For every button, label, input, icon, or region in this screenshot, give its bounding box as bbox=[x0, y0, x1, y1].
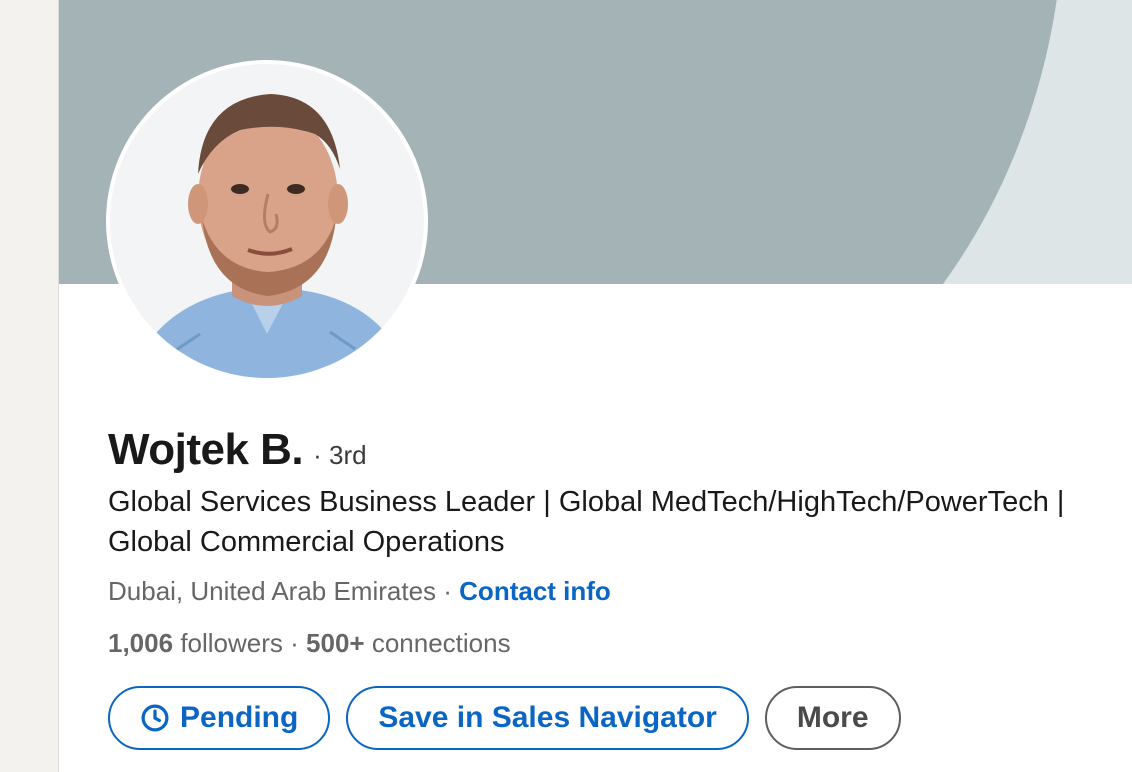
profile-name: Wojtek B. bbox=[108, 425, 304, 474]
save-label: Save in Sales Navigator bbox=[378, 701, 717, 734]
profile-actions: Pending Save in Sales Navigator More bbox=[108, 686, 901, 750]
profile-photo bbox=[110, 64, 424, 378]
followers-count: 1,006 bbox=[108, 628, 174, 658]
avatar[interactable] bbox=[106, 60, 428, 382]
connection-degree: · 3rd bbox=[313, 440, 367, 470]
connections-count[interactable]: 500+ bbox=[306, 628, 365, 658]
profile-card: Wojtek B. · 3rd Global Services Business… bbox=[58, 0, 1132, 772]
contact-info-link[interactable]: Contact info bbox=[459, 576, 611, 606]
stats-separator: · bbox=[290, 628, 307, 658]
followers-label: followers bbox=[180, 628, 283, 658]
pending-label: Pending bbox=[180, 701, 299, 734]
connections-label[interactable]: connections bbox=[372, 628, 511, 658]
location-row: Dubai, United Arab Emirates · Contact in… bbox=[108, 576, 611, 607]
separator-dot: · bbox=[436, 576, 460, 606]
name-row: Wojtek B. · 3rd bbox=[108, 425, 367, 475]
profile-headline: Global Services Business Leader | Global… bbox=[108, 486, 1065, 558]
more-label: More bbox=[796, 701, 869, 734]
clock-icon bbox=[141, 704, 169, 732]
save-in-sales-navigator-button[interactable]: Save in Sales Navigator bbox=[346, 686, 749, 750]
stats-row: 1,006 followers · 500+ connections bbox=[108, 628, 511, 659]
profile-location: Dubai, United Arab Emirates bbox=[108, 576, 437, 606]
more-button[interactable]: More bbox=[764, 686, 901, 750]
pending-button[interactable]: Pending bbox=[108, 686, 331, 750]
